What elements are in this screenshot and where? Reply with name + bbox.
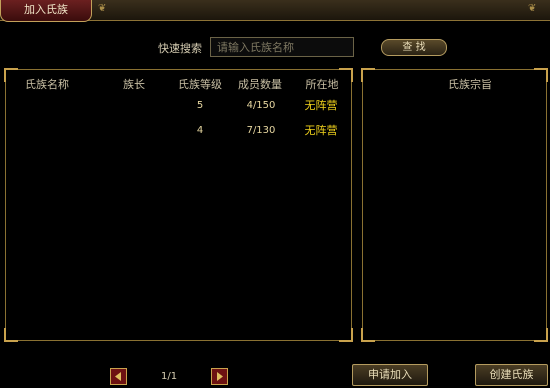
column-header-location: 所在地: [305, 78, 339, 91]
members-cell: 4/150: [246, 100, 276, 111]
level-cell: 5: [196, 100, 204, 111]
window-title: 加入氏族: [24, 3, 68, 16]
column-header-name: 氏族名称: [25, 78, 69, 91]
column-header-level: 氏族等级: [178, 78, 222, 91]
corner-ornament: [534, 328, 548, 342]
next-page-button[interactable]: [211, 368, 228, 385]
column-header-leader: 族长: [123, 78, 145, 91]
page-indicator: 1/1: [161, 371, 178, 382]
table-row[interactable]: 4 7/130 无阵营: [6, 122, 351, 140]
table-row[interactable]: 5 4/150 无阵营: [6, 97, 351, 115]
column-header-members: 成员数量: [238, 78, 282, 91]
location-cell: 无阵营: [304, 99, 338, 112]
search-button[interactable]: 查 找: [381, 39, 447, 56]
apply-join-button[interactable]: 申请加入: [352, 364, 428, 386]
location-cell: 无阵营: [304, 124, 338, 137]
corner-ornament: [361, 328, 375, 342]
detail-header: 氏族宗旨: [448, 78, 492, 91]
members-cell: 7/130: [246, 125, 276, 136]
window-tab: 加入氏族: [0, 0, 92, 22]
clan-detail-panel: [361, 68, 548, 342]
search-input[interactable]: [210, 37, 354, 57]
create-clan-button[interactable]: 创建氏族: [475, 364, 548, 386]
prev-page-button[interactable]: [110, 368, 127, 385]
ornament-left: ❦: [98, 3, 107, 14]
level-cell: 4: [196, 125, 204, 136]
corner-ornament: [4, 328, 18, 342]
corner-ornament: [361, 68, 375, 82]
search-label: 快速搜索: [158, 42, 202, 55]
corner-ornament: [534, 68, 548, 82]
title-bar: 加入氏族 ❦ ❦: [0, 0, 550, 22]
corner-ornament: [339, 328, 353, 342]
ornament-right: ❦: [528, 3, 537, 14]
arrow-right-icon: [217, 372, 223, 381]
arrow-left-icon: [115, 372, 121, 381]
